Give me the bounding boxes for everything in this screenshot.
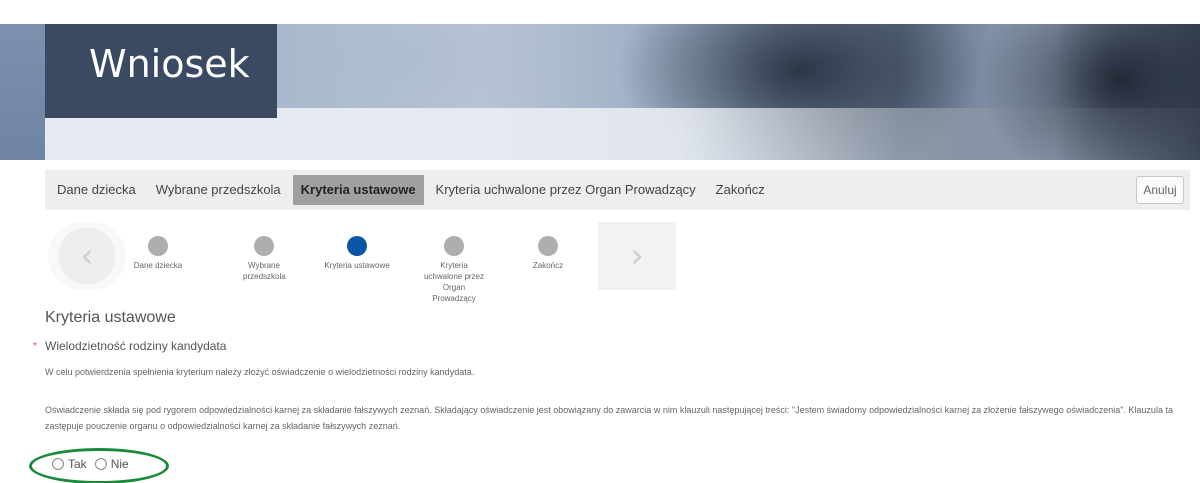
step-label: Wybrane przedszkola xyxy=(243,261,286,281)
tab-kryteria-ustawowe[interactable]: Kryteria ustawowe xyxy=(292,175,424,205)
tab-kryteria-uchwalone[interactable]: Kryteria uchwalone przez Organ Prowadząc… xyxy=(428,175,704,205)
cancel-button[interactable]: Anuluj xyxy=(1136,176,1184,204)
hero-left-bleed xyxy=(0,24,45,160)
step-label: Dane dziecka xyxy=(133,261,183,270)
next-step-button[interactable]: › xyxy=(598,222,676,290)
required-marker: * xyxy=(33,341,37,352)
section-title: Kryteria ustawowe xyxy=(45,309,176,326)
chevron-right-icon: › xyxy=(630,236,644,276)
page-title: Wniosek xyxy=(89,42,250,86)
wizard-tabs: Dane dziecka Wybrane przedszkola Kryteri… xyxy=(45,170,1190,210)
radio-label: Nie xyxy=(110,457,129,471)
criterion-label: Wielodzietność rodziny kandydata xyxy=(45,339,227,353)
step-kryteria-ustawowe[interactable]: Kryteria ustawowe xyxy=(322,236,392,271)
chevron-left-icon: ‹ xyxy=(80,236,94,276)
radio-option-nie[interactable]: Nie xyxy=(94,457,129,471)
step-dane-dziecka[interactable]: Dane dziecka xyxy=(123,236,193,271)
step-dot xyxy=(444,236,464,256)
yes-no-radio-group: Tak Nie xyxy=(52,457,137,471)
tab-wybrane-przedszkola[interactable]: Wybrane przedszkola xyxy=(148,175,289,205)
previous-step-button[interactable]: ‹ xyxy=(48,222,126,290)
tab-zakoncz[interactable]: Zakończ xyxy=(708,175,773,205)
step-dot xyxy=(538,236,558,256)
hero-top-strip xyxy=(0,0,1200,24)
step-zakoncz[interactable]: Zakończ xyxy=(513,236,583,271)
step-dot xyxy=(148,236,168,256)
radio-button[interactable] xyxy=(52,458,64,470)
step-kryteria-uchwalone[interactable]: Kryteria uchwalone przez Organ Prowadząc… xyxy=(419,236,489,304)
criterion-description: W celu potwierdzenia spełnienia kryteriu… xyxy=(45,367,475,377)
radio-button[interactable] xyxy=(94,458,107,470)
hero-banner: Wniosek xyxy=(0,0,1200,160)
step-dot xyxy=(254,236,274,256)
tab-dane-dziecka[interactable]: Dane dziecka xyxy=(45,175,144,205)
criterion-statement: Oświadczenie składa się pod rygorem odpo… xyxy=(45,405,1173,431)
step-label: Zakończ xyxy=(532,261,564,270)
step-label: Kryteria uchwalone przez Organ Prowadząc… xyxy=(423,261,485,303)
step-label: Kryteria ustawowe xyxy=(324,261,390,270)
step-dot-active xyxy=(347,236,367,256)
radio-label: Tak xyxy=(68,457,87,471)
radio-option-tak[interactable]: Tak xyxy=(52,457,87,471)
step-wybrane-przedszkola[interactable]: Wybrane przedszkola xyxy=(229,236,299,282)
page-title-box: Wniosek xyxy=(45,24,277,118)
